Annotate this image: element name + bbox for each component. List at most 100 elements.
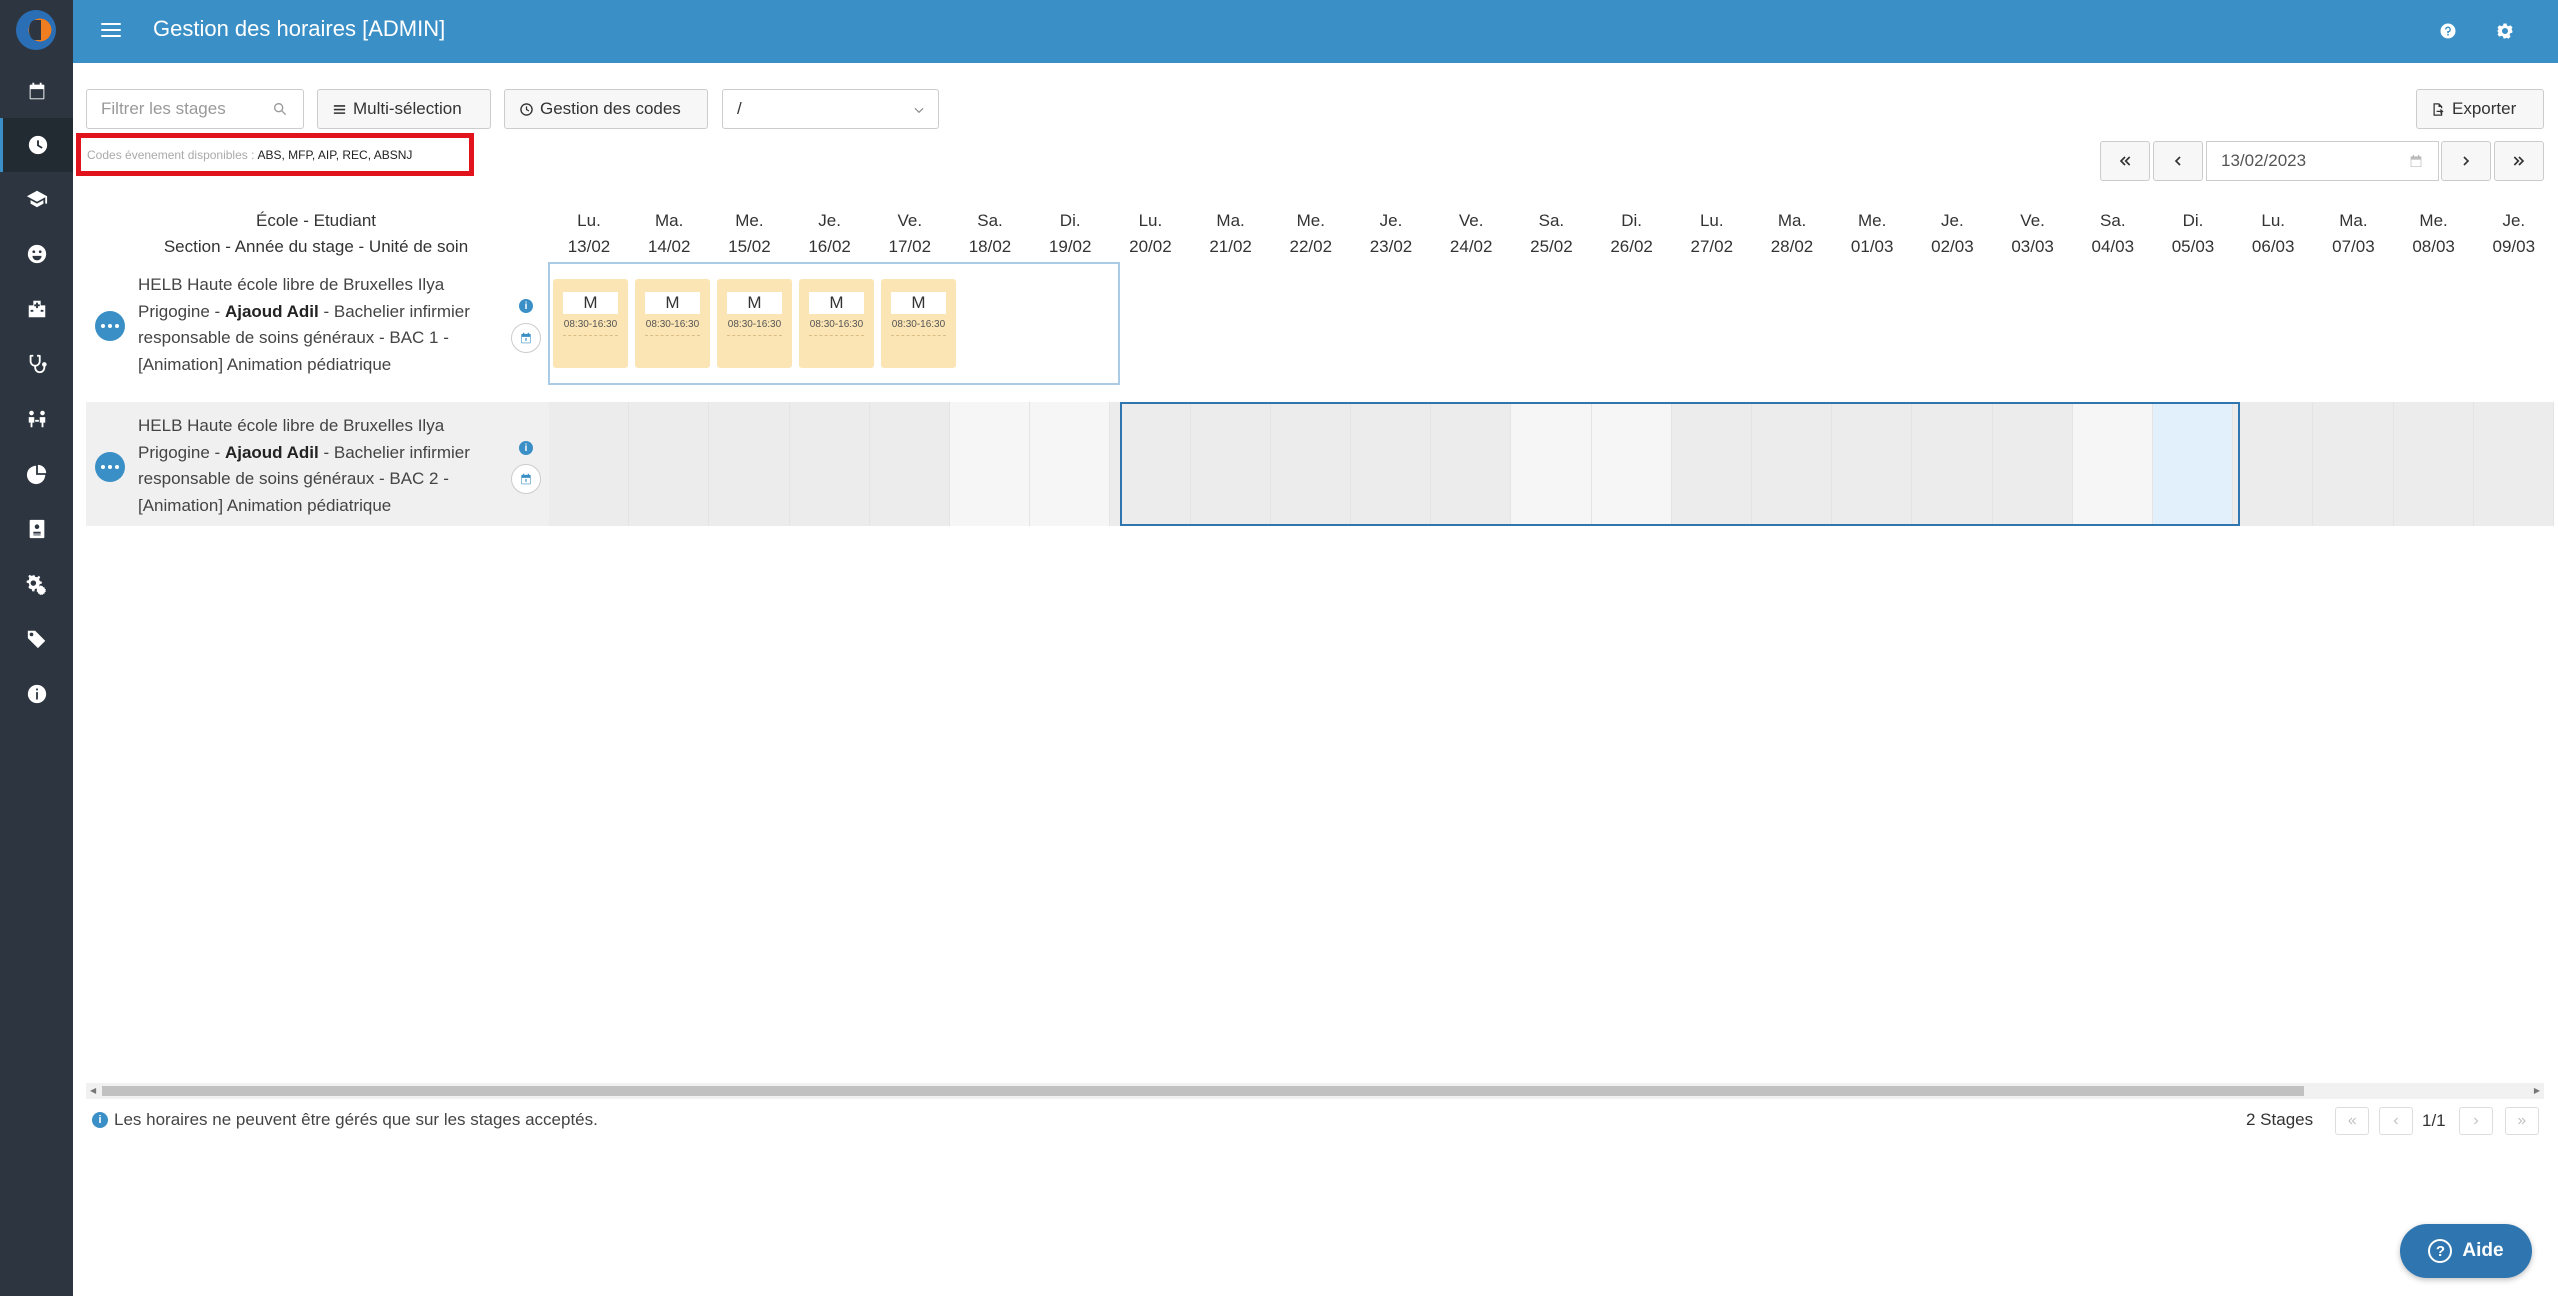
next-page-button[interactable] [2459, 1107, 2493, 1135]
filter-select-value: / [737, 99, 742, 118]
shift-time: 08:30-16:30 [727, 319, 782, 330]
day-date: 28/02 [1770, 237, 1814, 256]
day-cell[interactable] [709, 402, 790, 526]
horizontal-scrollbar[interactable]: ◀ ▶ [86, 1083, 2544, 1099]
day-column-header: Lu. 27/02 [1672, 208, 1752, 260]
stage-calendar-icon[interactable] [511, 464, 541, 494]
day-date: 22/02 [1289, 237, 1333, 256]
last-period-button[interactable] [2494, 141, 2544, 181]
day-of-week: Je. [2502, 211, 2526, 230]
day-date: 15/02 [728, 237, 771, 256]
codes-management-button[interactable]: Gestion des codes [504, 89, 708, 129]
shift-block[interactable]: M 08:30-16:30 [799, 279, 874, 368]
clock-outline-icon [520, 102, 533, 116]
calendar-small-icon[interactable] [2408, 153, 2424, 169]
day-cell[interactable] [2393, 402, 2474, 526]
graduation-cap-icon[interactable] [0, 172, 73, 226]
app-logo[interactable] [16, 10, 56, 50]
hospital-icon[interactable] [0, 282, 73, 336]
calendar-icon[interactable] [0, 64, 73, 118]
shift-code: M [563, 292, 618, 314]
id-card-icon[interactable] [0, 502, 73, 556]
row-more-options-icon[interactable] [95, 452, 125, 482]
settings-gear-icon[interactable] [2493, 19, 2517, 43]
tags-icon[interactable] [0, 612, 73, 666]
day-cell[interactable] [869, 402, 950, 526]
day-column-header: Lu. 20/02 [1110, 208, 1190, 260]
stage-row-label[interactable]: HELB Haute école libre de Bruxelles Ilya… [138, 413, 478, 519]
stethoscope-icon[interactable] [0, 337, 73, 391]
shift-code: M [727, 292, 782, 314]
day-date: 03/03 [2011, 237, 2054, 256]
day-date: 23/02 [1369, 237, 1413, 256]
scrollbar-thumb[interactable] [102, 1086, 2304, 1096]
day-date: 01/03 [1850, 237, 1894, 256]
people-icon[interactable] [0, 392, 73, 446]
help-circle-icon[interactable] [2436, 19, 2460, 43]
day-column-header: Me. 22/02 [1271, 208, 1351, 260]
day-date: 27/02 [1690, 237, 1734, 256]
day-of-week: Sa. [2100, 211, 2126, 230]
day-column-header: Di. 05/03 [2153, 208, 2233, 260]
day-cell[interactable] [789, 402, 870, 526]
scroll-left-icon[interactable]: ◀ [90, 1087, 96, 1095]
next-period-button[interactable] [2441, 141, 2491, 181]
date-picker-input[interactable]: 13/02/2023 [2206, 141, 2439, 181]
smile-icon[interactable] [0, 227, 73, 281]
shift-time: 08:30-16:30 [809, 319, 864, 330]
day-of-week: Lu. [577, 211, 601, 230]
day-cell[interactable] [2473, 402, 2554, 526]
left-header-line2: Section - Année du stage - Unité de soin [163, 237, 469, 256]
first-period-button[interactable] [2100, 141, 2150, 181]
day-date: 02/03 [1931, 237, 1974, 256]
shift-code: M [809, 292, 864, 314]
shift-block[interactable]: M 08:30-16:30 [553, 279, 628, 368]
stage-period-frame[interactable] [1120, 402, 2240, 526]
page-title: Gestion des horaires [ADMIN] [153, 16, 446, 41]
day-of-week: Ma. [655, 211, 684, 230]
shift-block[interactable]: M 08:30-16:30 [881, 279, 956, 368]
day-column-header: Me. 01/03 [1832, 208, 1912, 260]
day-cell[interactable] [950, 402, 1031, 526]
last-page-button[interactable] [2505, 1107, 2539, 1135]
info-icon[interactable] [0, 667, 73, 721]
day-of-week: Lu. [2261, 211, 2285, 230]
day-cell[interactable] [2313, 402, 2394, 526]
stage-info-icon[interactable]: i [519, 441, 533, 455]
day-of-week: Sa. [977, 211, 1003, 230]
day-of-week: Di. [2182, 211, 2204, 230]
day-cell[interactable] [549, 402, 630, 526]
export-button[interactable]: Exporter [2416, 89, 2544, 129]
day-of-week: Ve. [2020, 211, 2045, 230]
filter-select[interactable]: / [722, 89, 939, 129]
previous-page-button[interactable] [2379, 1107, 2413, 1135]
first-page-button[interactable] [2335, 1107, 2369, 1135]
pie-chart-icon[interactable] [0, 447, 73, 501]
day-cell[interactable] [2233, 402, 2314, 526]
stage-calendar-icon[interactable] [511, 323, 541, 353]
day-cell[interactable] [629, 402, 710, 526]
day-of-week: Di. [1059, 211, 1081, 230]
clock-icon[interactable] [0, 118, 73, 172]
day-of-week: Me. [1296, 211, 1325, 230]
shift-divider [809, 335, 864, 336]
row-more-options-icon[interactable] [95, 311, 125, 341]
shift-time: 08:30-16:30 [563, 319, 618, 330]
previous-period-button[interactable] [2153, 141, 2203, 181]
day-column-header: Di. 19/02 [1030, 208, 1110, 260]
shift-divider [563, 335, 618, 336]
day-date: 17/02 [888, 237, 932, 256]
multi-select-button[interactable]: Multi-sélection [317, 89, 491, 129]
stage-row-label[interactable]: HELB Haute école libre de Bruxelles Ilya… [138, 272, 478, 378]
stage-info-icon[interactable]: i [519, 299, 533, 313]
day-date: 08/03 [2412, 237, 2455, 256]
day-of-week: Je. [1941, 211, 1964, 230]
shift-block[interactable]: M 08:30-16:30 [717, 279, 792, 368]
day-column-header: Sa. 18/02 [950, 208, 1030, 260]
cogs-icon[interactable] [0, 557, 73, 611]
help-button[interactable]: ? Aide [2400, 1224, 2532, 1278]
scroll-right-icon[interactable]: ▶ [2534, 1087, 2540, 1095]
shift-block[interactable]: M 08:30-16:30 [635, 279, 710, 368]
day-cell[interactable] [1030, 402, 1111, 526]
hamburger-menu-icon[interactable] [101, 20, 121, 40]
